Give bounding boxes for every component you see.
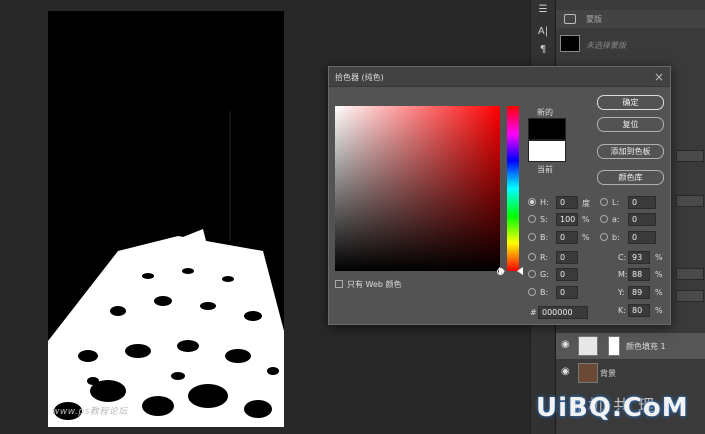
g-radio[interactable] xyxy=(528,270,536,278)
panel-control[interactable] xyxy=(676,195,704,207)
blue-radio[interactable] xyxy=(528,288,536,296)
c-label: C: xyxy=(618,253,627,262)
s-unit: % xyxy=(582,215,590,224)
h-radio[interactable] xyxy=(528,198,536,206)
b-input[interactable]: 0 xyxy=(556,231,578,244)
color-field[interactable] xyxy=(335,106,504,275)
s-label: S: xyxy=(540,215,548,224)
hue-slider-handle-left[interactable] xyxy=(499,267,505,275)
r-input[interactable]: 0 xyxy=(556,251,578,264)
l-label: L: xyxy=(612,198,620,207)
only-web-colors-label: 只有 Web 颜色 xyxy=(347,280,402,289)
properties-label: 未选择蒙版 xyxy=(586,41,626,50)
hue-slider-handle-right[interactable] xyxy=(517,267,523,275)
layer-row[interactable]: ◉ 颜色填充 1 xyxy=(556,333,705,359)
hex-label: # xyxy=(530,308,537,317)
close-icon[interactable]: × xyxy=(654,70,664,84)
color-libraries-button[interactable]: 颜色库 xyxy=(597,170,664,185)
paragraph-icon[interactable]: ¶ xyxy=(534,42,552,58)
layer-thumbnail xyxy=(578,336,598,356)
panel-control[interactable] xyxy=(676,290,704,302)
s-radio[interactable] xyxy=(528,215,536,223)
g-input[interactable]: 0 xyxy=(556,268,578,281)
character-icon[interactable]: A| xyxy=(534,24,552,40)
color-picker-dialog: 拾色器 (纯色) × 新的 当前 确定 复位 添加到色板 颜色库 H: 0 度 … xyxy=(328,66,671,325)
properties-thumbnail xyxy=(560,35,580,52)
site-logo: UiBQ.CoM xyxy=(536,393,689,423)
k-input[interactable]: 80 xyxy=(628,304,650,317)
hex-input[interactable]: 000000 xyxy=(538,306,588,319)
blue-input[interactable]: 0 xyxy=(556,286,578,299)
g-label: G: xyxy=(540,270,549,279)
ok-button[interactable]: 确定 xyxy=(597,95,664,110)
r-radio[interactable] xyxy=(528,253,536,261)
k-unit: % xyxy=(655,306,663,315)
h-label: H: xyxy=(540,198,549,207)
lab-b-radio[interactable] xyxy=(600,233,608,241)
b-unit: % xyxy=(582,233,590,242)
new-color-label: 新的 xyxy=(537,108,553,117)
only-web-colors-checkbox[interactable] xyxy=(335,280,343,288)
m-unit: % xyxy=(655,270,663,279)
r-label: R: xyxy=(540,253,549,262)
panel-control[interactable] xyxy=(676,150,704,162)
hue-slider[interactable] xyxy=(507,106,519,271)
y-label: Y: xyxy=(618,288,625,297)
layer-name: 颜色填充 1 xyxy=(626,342,666,351)
m-input[interactable]: 88 xyxy=(628,268,650,281)
current-color-swatch[interactable] xyxy=(528,140,566,162)
panel-control[interactable] xyxy=(676,268,704,280)
b-label: B: xyxy=(540,233,549,242)
new-color-swatch xyxy=(528,118,566,140)
y-input[interactable]: 89 xyxy=(628,286,650,299)
reset-button[interactable]: 复位 xyxy=(597,117,664,132)
layer-name: 背景 xyxy=(600,369,616,378)
l-input[interactable]: 0 xyxy=(628,196,656,209)
mask-label: 蒙版 xyxy=(586,15,602,24)
h-unit: 度 xyxy=(582,199,590,208)
add-to-swatches-button[interactable]: 添加到色板 xyxy=(597,144,664,159)
layer-thumbnail xyxy=(578,363,598,383)
mask-row[interactable]: 蒙版 xyxy=(556,10,705,28)
lab-b-input[interactable]: 0 xyxy=(628,231,656,244)
canvas-watermark: www.ps教程论坛 xyxy=(52,407,128,417)
a-input[interactable]: 0 xyxy=(628,213,656,226)
dialog-title: 拾色器 (纯色) xyxy=(335,73,384,82)
blue-label: B: xyxy=(540,288,549,297)
a-label: a: xyxy=(612,215,620,224)
canvas-artwork xyxy=(48,111,284,427)
h-input[interactable]: 0 xyxy=(556,196,578,209)
y-unit: % xyxy=(655,288,663,297)
eye-icon[interactable]: ◉ xyxy=(561,367,573,377)
l-radio[interactable] xyxy=(600,198,608,206)
eye-icon[interactable]: ◉ xyxy=(561,340,573,350)
k-label: K: xyxy=(618,306,626,315)
s-input[interactable]: 100 xyxy=(556,213,578,226)
properties-icon[interactable]: ☰ xyxy=(534,2,552,18)
dialog-titlebar[interactable]: 拾色器 (纯色) × xyxy=(329,67,670,87)
c-unit: % xyxy=(655,253,663,262)
layer-mask-thumbnail[interactable] xyxy=(608,336,620,356)
b-radio[interactable] xyxy=(528,233,536,241)
layer-row[interactable]: ◉ 背景 xyxy=(556,360,705,386)
current-color-label: 当前 xyxy=(537,165,553,174)
m-label: M: xyxy=(618,270,628,279)
lab-b-label: b: xyxy=(612,233,620,242)
c-input[interactable]: 93 xyxy=(628,251,650,264)
document-canvas[interactable]: www.ps教程论坛 xyxy=(48,11,284,427)
a-radio[interactable] xyxy=(600,215,608,223)
mask-icon xyxy=(564,14,576,24)
